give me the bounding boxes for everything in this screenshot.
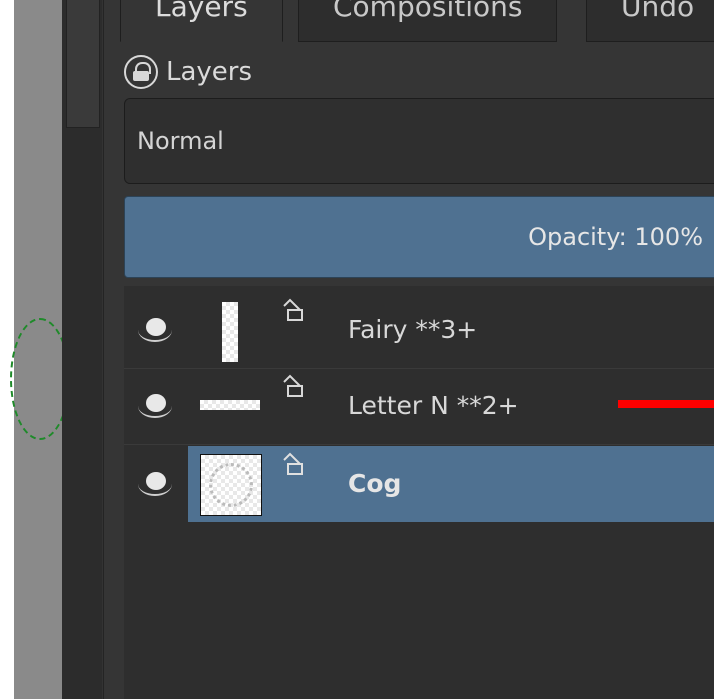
opacity-slider[interactable]: Opacity: 100% <box>124 196 714 278</box>
tab-compositions[interactable]: Compositions <box>298 0 558 42</box>
tab-layers[interactable]: Layers <box>120 0 283 42</box>
scrollbar-handle[interactable] <box>66 0 100 128</box>
canvas-selection-outline <box>10 318 70 440</box>
canvas-edge <box>0 0 14 699</box>
eye-icon[interactable] <box>138 392 174 420</box>
layer-thumbnail <box>222 302 238 362</box>
layer-thumbnail <box>200 454 262 516</box>
blend-mode-select[interactable]: Normal <box>124 98 714 184</box>
paint-layer-icon <box>283 452 303 475</box>
paint-layer-icon <box>283 374 303 397</box>
layer-row[interactable]: Fairy **3+ <box>124 292 714 368</box>
layer-list: Fairy **3+ Letter N **2+ Cog <box>124 286 714 699</box>
layer-name: Letter N **2+ <box>348 391 519 420</box>
lock-icon[interactable] <box>124 55 158 89</box>
layer-name: Fairy **3+ <box>348 315 478 344</box>
panel-title-label: Layers <box>166 57 253 87</box>
tab-undo[interactable]: Undo <box>586 0 714 42</box>
layer-thumbnail <box>200 400 260 410</box>
canvas-red-stroke <box>618 400 714 408</box>
selection-highlight <box>188 446 714 522</box>
paint-layer-icon <box>283 298 303 321</box>
docker-tab-bar: Layers Compositions Undo <box>120 0 714 44</box>
layer-name: Cog <box>348 469 402 498</box>
eye-icon[interactable] <box>138 470 174 498</box>
eye-icon[interactable] <box>138 316 174 344</box>
panel-title: Layers <box>124 52 252 92</box>
layer-row-selected[interactable]: Cog <box>124 446 714 522</box>
